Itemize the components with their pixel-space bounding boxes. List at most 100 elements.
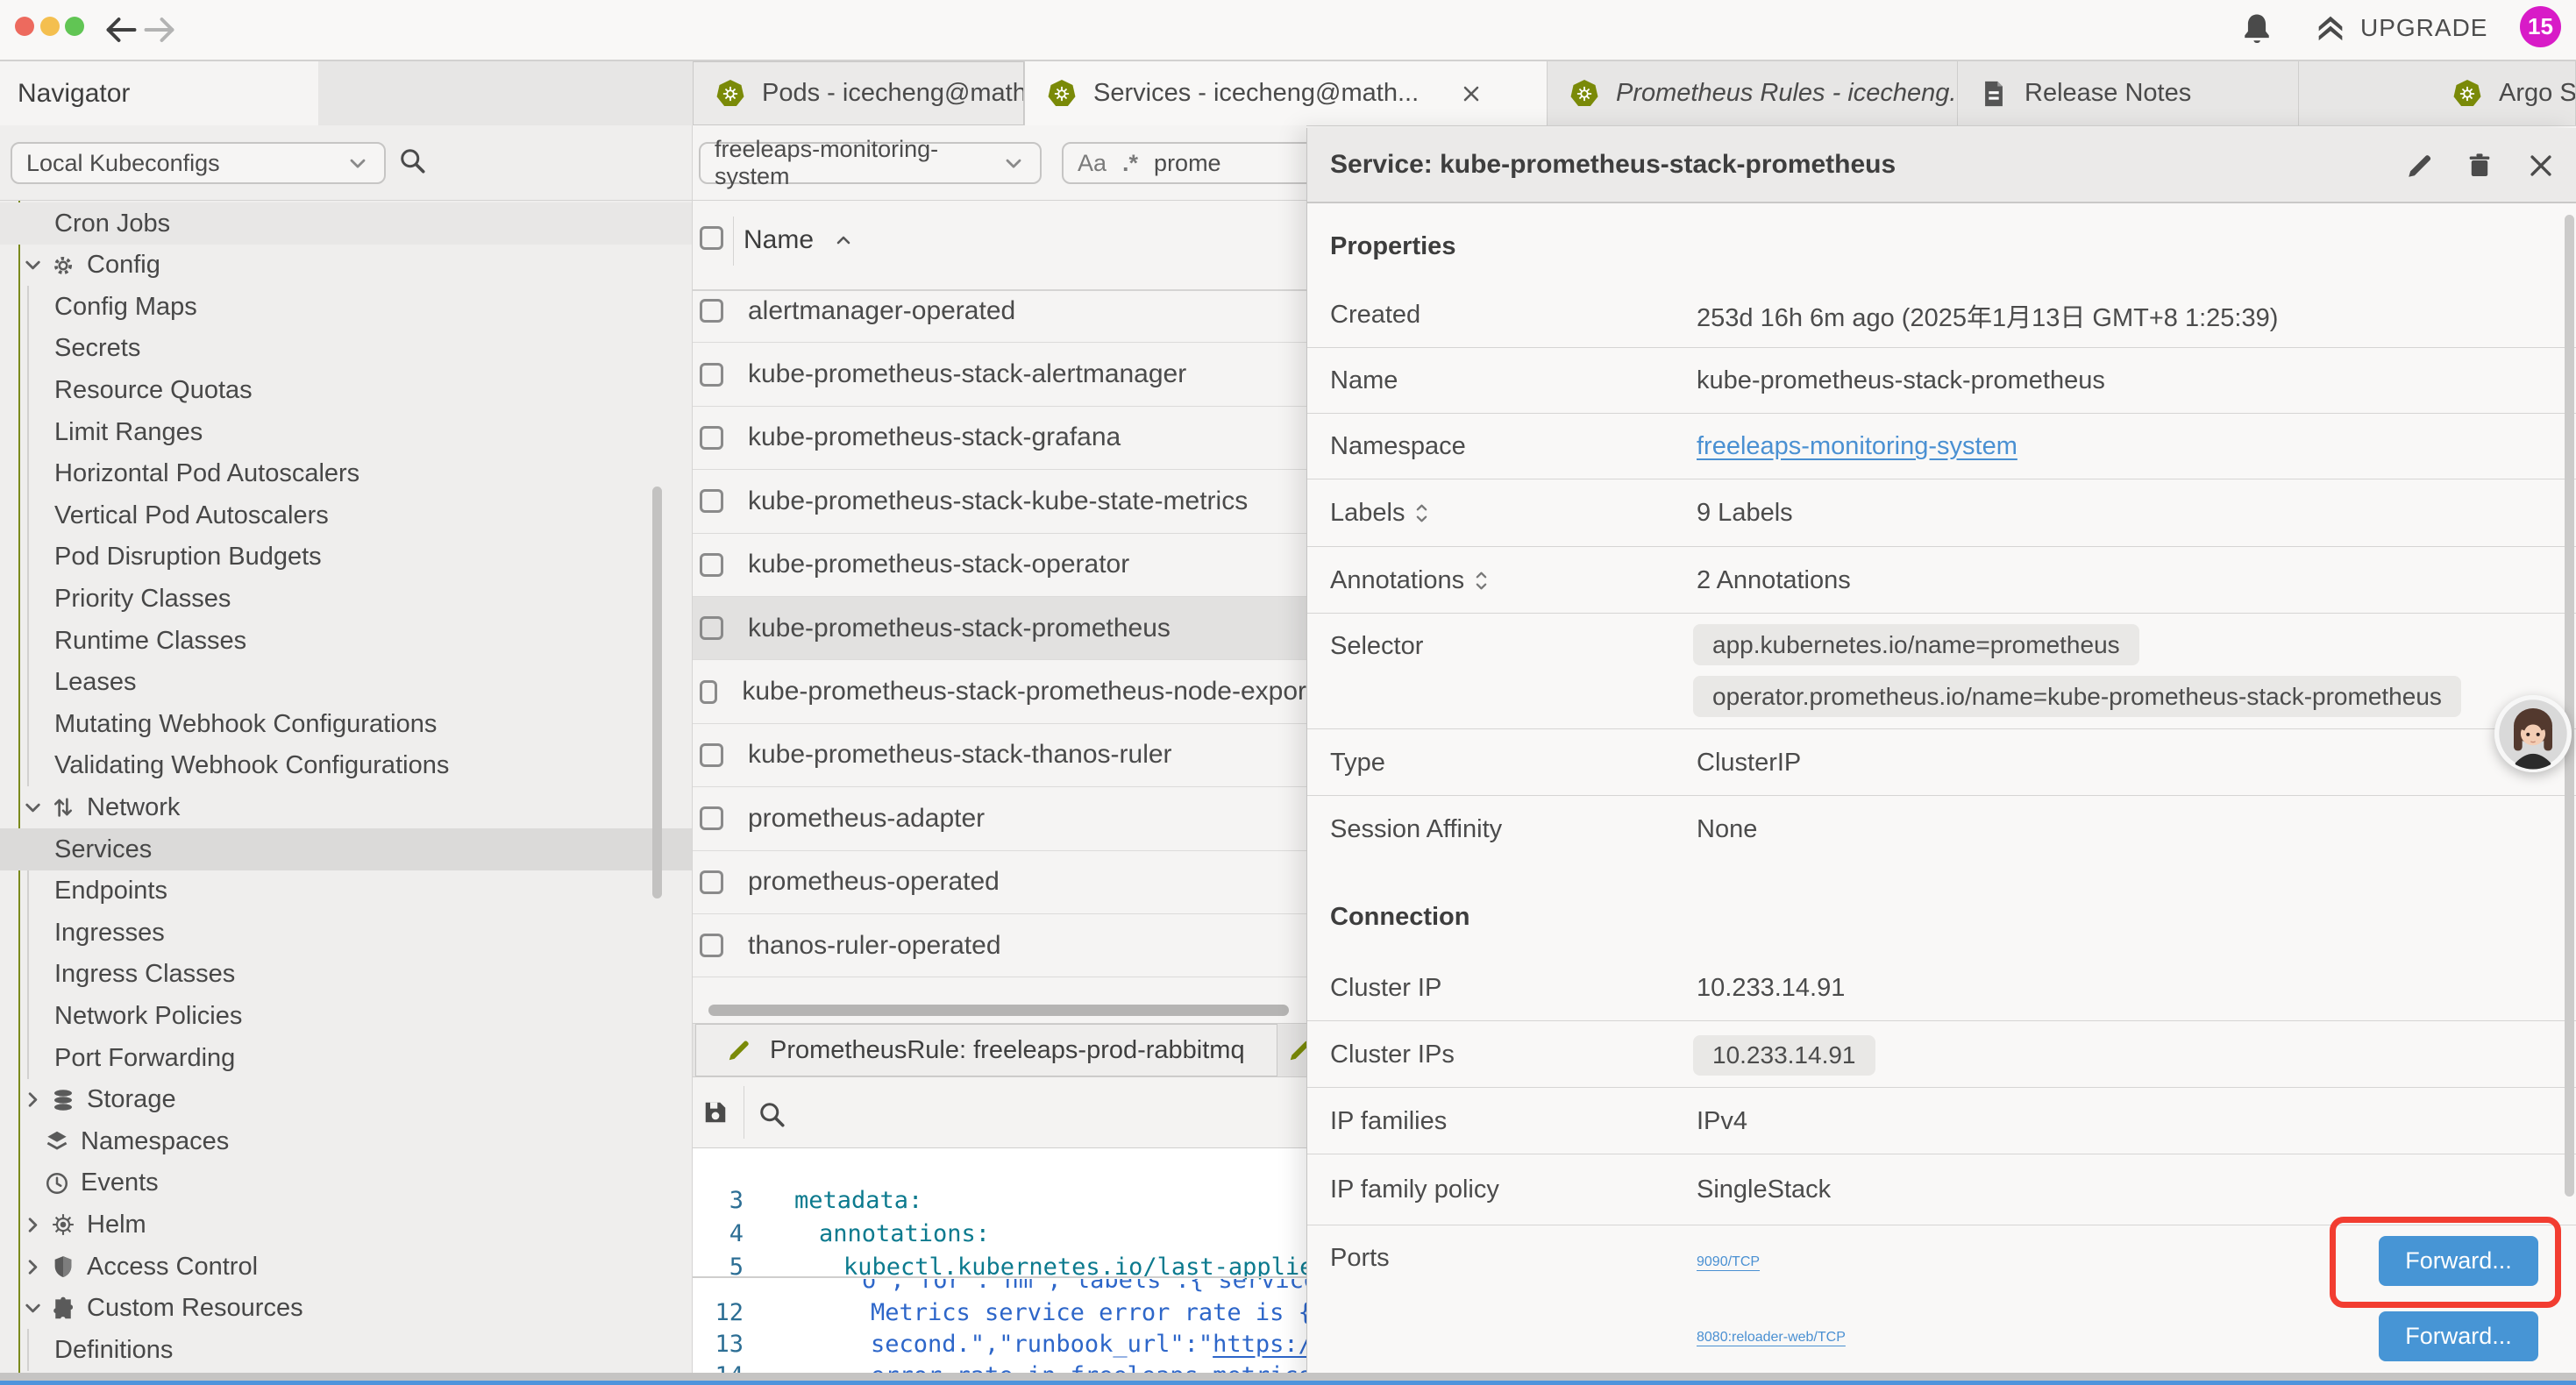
window-minimize-dot[interactable] [40,17,60,36]
sidebar-search-icon[interactable] [396,145,428,176]
forward-arrow-icon[interactable] [142,11,179,48]
tab-close-icon[interactable] [1459,82,1484,106]
detail-row-ip-families: IP familiesIPv4 [1307,1088,2576,1154]
tab-navigator[interactable]: Navigator [0,61,318,125]
sidebar-item-runtime-classes[interactable]: Runtime Classes [0,620,693,662]
sidebar-item-network-policies[interactable]: Network Policies [0,995,693,1037]
table-row-prometheus-operated[interactable]: prometheus-operated [693,851,1306,914]
sidebar-item-priority-classes[interactable]: Priority Classes [0,578,693,620]
table-row-kube-prometheus-stack-operator[interactable]: kube-prometheus-stack-operator [693,534,1306,597]
sidebar-item-helm[interactable]: Helm [0,1204,693,1246]
sidebar-item-pod-disruption-budgets[interactable]: Pod Disruption Budgets [0,536,693,579]
forward-button[interactable]: Forward... [2379,1311,2538,1361]
yaml-editor[interactable]: 3metadata:4annotations:5kubectl.kubernet… [693,1148,1306,1373]
row-checkbox[interactable] [700,489,723,513]
editor-search-icon[interactable] [756,1098,787,1130]
kubeconfig-select[interactable]: Local Kubeconfigs [11,142,386,184]
row-checkbox[interactable] [700,553,723,577]
assistant-avatar[interactable] [2494,695,2572,772]
sidebar-item-mutating-webhook-configurations[interactable]: Mutating Webhook Configurations [0,703,693,745]
sidebar-item-port-forwarding[interactable]: Port Forwarding [0,1037,693,1079]
sidebar-item-label: Priority Classes [54,585,231,614]
notification-badge[interactable]: 15 [2520,6,2561,47]
row-checkbox[interactable] [700,426,723,450]
table-row-kube-prometheus-stack-kube-state-metrics[interactable]: kube-prometheus-stack-kube-state-metrics [693,470,1306,533]
row-checkbox[interactable] [700,806,723,830]
sidebar-item-events[interactable]: Events [0,1162,693,1204]
window-close-dot[interactable] [15,17,34,36]
sidebar-item-vertical-pod-autoscalers[interactable]: Vertical Pod Autoscalers [0,494,693,536]
tab-label: Release Notes [2025,79,2191,108]
row-checkbox[interactable] [700,870,723,894]
sidebar-item-ingress-classes[interactable]: Ingress Classes [0,954,693,996]
namespace-select[interactable]: freeleaps-monitoring-system [699,142,1042,184]
editor-tab-prometheusrule[interactable]: PrometheusRule: freeleaps-prod-rabbitmq [695,1024,1277,1076]
row-checkbox[interactable] [700,299,723,323]
sidebar-item-services[interactable]: Services [0,828,693,870]
sidebar-item-custom-resources[interactable]: Custom Resources [0,1288,693,1330]
upgrade-button[interactable]: UPGRADE [2313,11,2487,46]
tab-pods-icecheng-mathmas[interactable]: Pods - icecheng@mathmas... [693,61,1024,125]
tab-release-notes[interactable]: Release Notes [1958,61,2299,125]
row-checkbox[interactable] [700,743,723,767]
row-checkbox[interactable] [700,616,723,640]
sidebar-item-label: Validating Webhook Configurations [54,751,449,780]
table-row-alertmanager-operated[interactable]: alertmanager-operated [693,280,1306,343]
table-row-kube-prometheus-stack-thanos-ruler[interactable]: kube-prometheus-stack-thanos-ruler [693,724,1306,787]
yaml-url-link[interactable]: https://net [1213,1331,1306,1358]
sidebar-scrollbar[interactable] [652,487,662,898]
sidebar-item-namespaces[interactable]: Namespaces [0,1120,693,1162]
bottom-accent-line [0,1381,2576,1385]
port-link[interactable]: 8080:reloader-web/TCP [1697,1330,1846,1346]
filter-input[interactable]: Aa .* prome [1062,142,1306,184]
detail-label-text: IP families [1330,1107,1447,1136]
tab-services-icecheng-math[interactable]: Services - icecheng@math... [1024,61,1548,125]
name-column-header[interactable]: Name [744,225,854,255]
row-checkbox[interactable] [700,934,723,957]
clock-icon [44,1170,70,1197]
table-row-prometheus-adapter[interactable]: prometheus-adapter [693,787,1306,850]
table-row-thanos-ruler-operated[interactable]: thanos-ruler-operated [693,914,1306,977]
close-icon[interactable] [2526,151,2556,181]
regex-toggle[interactable]: .* [1122,150,1138,177]
bell-icon[interactable] [2238,10,2276,48]
sidebar-item-storage[interactable]: Storage [0,1079,693,1121]
gear-icon [50,252,76,279]
sidebar-item-network[interactable]: Network [0,786,693,828]
sidebar-item-config-maps[interactable]: Config Maps [0,286,693,328]
sidebar-item-leases[interactable]: Leases [0,662,693,704]
select-all-checkbox[interactable] [700,226,723,250]
row-checkbox[interactable] [700,363,723,387]
window-zoom-dot[interactable] [65,17,84,36]
sidebar-item-access-control[interactable]: Access Control [0,1246,693,1288]
tab-argo-se[interactable]: Argo Se [2430,61,2576,125]
sidebar-item-horizontal-pod-autoscalers[interactable]: Horizontal Pod Autoscalers [0,453,693,495]
tab-prometheus-rules-icecheng[interactable]: Prometheus Rules - icecheng... [1548,61,1958,125]
table-row-kube-prometheus-stack-alertmanager[interactable]: kube-prometheus-stack-alertmanager [693,343,1306,406]
detail-value-text: 2 Annotations [1697,566,1851,595]
sidebar-item-resource-quotas[interactable]: Resource Quotas [0,369,693,411]
sidebar-item-endpoints[interactable]: Endpoints [0,870,693,913]
table-row-kube-prometheus-stack-prometheus-node-expor[interactable]: kube-prometheus-stack-prometheus-node-ex… [693,660,1306,723]
editor-tab-next-pencil-icon[interactable] [1287,1037,1306,1063]
upgrade-chevrons-icon [2313,11,2348,46]
edit-pencil-icon[interactable] [2405,151,2435,181]
horizontal-scrollbar[interactable] [708,1005,1289,1016]
row-checkbox[interactable] [700,680,717,704]
sidebar-item-label: Endpoints [54,877,167,906]
sidebar-item-cron-jobs[interactable]: Cron Jobs [0,202,693,245]
save-icon[interactable] [700,1097,731,1128]
sidebar-item-validating-webhook-configurations[interactable]: Validating Webhook Configurations [0,745,693,787]
namespace-link[interactable]: freeleaps-monitoring-system [1697,432,2017,461]
back-arrow-icon[interactable] [102,11,139,48]
sidebar-item-secrets[interactable]: Secrets [0,328,693,370]
port-link[interactable]: 9090/TCP [1697,1254,1760,1270]
sidebar-item-definitions[interactable]: Definitions [0,1329,693,1371]
sidebar-item-ingresses[interactable]: Ingresses [0,912,693,954]
table-row-kube-prometheus-stack-grafana[interactable]: kube-prometheus-stack-grafana [693,407,1306,470]
table-row-kube-prometheus-stack-prometheus[interactable]: kube-prometheus-stack-prometheus [693,597,1306,660]
sidebar-item-limit-ranges[interactable]: Limit Ranges [0,411,693,453]
delete-trash-icon[interactable] [2465,151,2494,181]
sidebar-item-config[interactable]: Config [0,245,693,287]
match-case-toggle[interactable]: Aa [1078,150,1107,177]
